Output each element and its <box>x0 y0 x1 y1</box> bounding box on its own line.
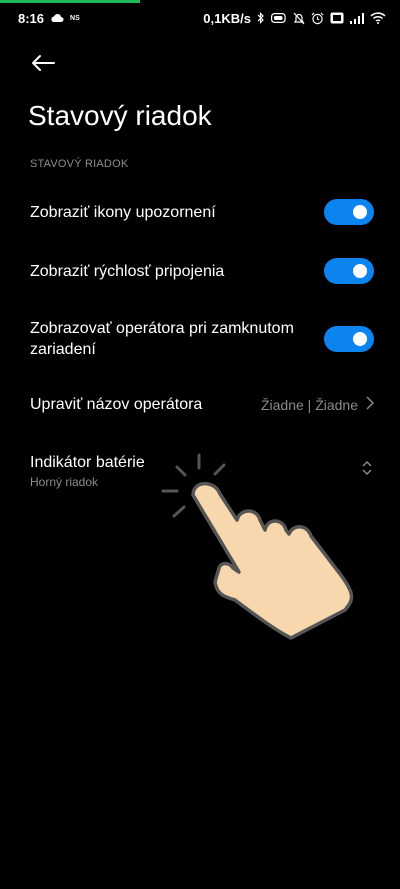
connection-speed-toggle[interactable] <box>324 258 374 284</box>
toggle-knob <box>353 332 367 346</box>
battery-saver-icon <box>271 13 287 23</box>
chevron-up-down-icon <box>362 460 372 481</box>
setting-battery-indicator[interactable]: Indikátor batérie Horný riadok <box>30 452 374 489</box>
setting-label: Zobraziť ikony upozornení <box>30 203 216 221</box>
setting-label: Upraviť názov operátora <box>30 396 203 413</box>
setting-label: Zobrazovať operátora pri zamknutom zaria… <box>30 320 294 358</box>
notification-icons-toggle[interactable] <box>324 199 374 225</box>
network-speed: 0,1KB/s <box>203 10 251 26</box>
bell-muted-icon <box>293 12 305 25</box>
setting-notification-icons[interactable]: Zobraziť ikony upozornení <box>30 199 374 225</box>
setting-lock-operator[interactable]: Zobrazovať operátora pri zamknutom zaria… <box>30 318 374 360</box>
arrow-left-icon <box>30 53 56 78</box>
operator-name-value: Žiadne | Žiadne <box>260 396 358 413</box>
setting-label: Zobraziť rýchlosť pripojenia <box>30 262 225 280</box>
bluetooth-icon <box>257 12 265 24</box>
section-header: STAVOVÝ RIADOK <box>30 158 129 170</box>
setting-label: Indikátor batérie <box>30 454 145 471</box>
setting-connection-speed[interactable]: Zobraziť rýchlosť pripojenia <box>30 258 374 284</box>
status-badge: NS <box>70 14 80 22</box>
battery-indicator-value: Horný riadok <box>30 475 99 489</box>
toggle-knob <box>353 264 367 278</box>
page-title: Stavový riadok <box>28 100 212 131</box>
cloud-icon <box>50 13 64 23</box>
alarm-icon <box>311 12 324 25</box>
toggle-knob <box>353 205 367 219</box>
status-time: 8:16 <box>18 10 45 26</box>
volte-icon <box>330 12 344 24</box>
wifi-icon <box>370 12 386 24</box>
back-button[interactable] <box>26 50 60 80</box>
chevron-right-icon <box>366 396 375 413</box>
lock-operator-toggle[interactable] <box>324 326 374 352</box>
status-bar: 8:16 NS 0,1KB/s <box>0 0 400 36</box>
signal-icon <box>350 12 364 24</box>
setting-operator-name[interactable]: Upraviť názov operátora Žiadne | Žiadne <box>30 394 375 415</box>
